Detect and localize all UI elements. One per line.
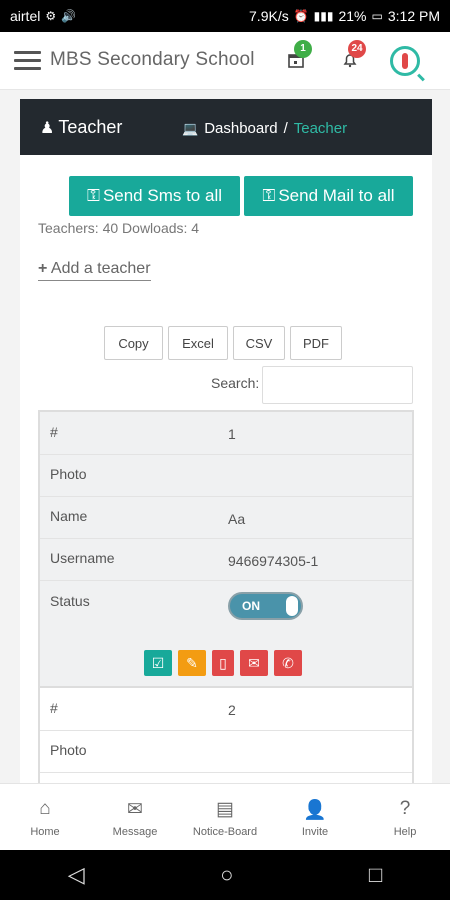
- teacher-record: # 2 Photo: [38, 686, 414, 796]
- home-icon: ⌂: [39, 797, 51, 819]
- carrier-label: airtel: [10, 8, 41, 24]
- key-icon: ⚿: [262, 186, 276, 205]
- username-label: Username: [50, 550, 115, 566]
- nav-help[interactable]: ? Help: [360, 784, 450, 851]
- num-label: #: [50, 424, 58, 440]
- row-divider: [40, 730, 412, 731]
- row-divider: [40, 772, 412, 773]
- alarm-icon: ⏰: [293, 9, 309, 23]
- phone-icon[interactable]: ▯: [212, 650, 234, 676]
- settings-icon: ⚙: [45, 9, 57, 23]
- envelope-icon[interactable]: ✉: [240, 650, 268, 676]
- school-logo: [390, 46, 420, 76]
- user-plus-icon: 👤: [303, 799, 327, 821]
- photo-label: Photo: [50, 742, 87, 758]
- nav-message-label: Message: [112, 825, 158, 838]
- nav-notice-board-label: Notice-Board: [192, 825, 258, 838]
- excel-button[interactable]: Excel: [168, 326, 228, 360]
- status-label: Status: [50, 593, 90, 609]
- calendar-icon[interactable]: 1: [286, 40, 312, 72]
- question-icon: ?: [399, 797, 411, 819]
- send-sms-button[interactable]: ⚿ Send Sms to all: [69, 176, 240, 216]
- breadcrumb-teacher: Teacher: [293, 120, 348, 137]
- nav-message[interactable]: ✉ Message: [90, 784, 180, 851]
- username-value: 9466974305-1: [228, 553, 319, 569]
- name-label: Name: [50, 508, 88, 524]
- bell-icon[interactable]: 24: [340, 40, 366, 72]
- volume-icon: 🔊: [61, 9, 77, 23]
- search-label: Search:: [211, 375, 260, 391]
- network-speed: 7.9K/s: [249, 8, 289, 24]
- clipboard-icon: ▤: [216, 798, 234, 820]
- nav-invite[interactable]: 👤 Invite: [270, 784, 360, 851]
- nav-home-label: Home: [30, 825, 60, 838]
- teacher-icon: ♟: [40, 119, 55, 137]
- num-value: 2: [228, 702, 236, 718]
- check-icon[interactable]: ☑: [144, 650, 172, 676]
- csv-button[interactable]: CSV: [233, 326, 285, 360]
- copy-button[interactable]: Copy: [104, 326, 163, 360]
- clock: 3:12 PM: [387, 8, 440, 24]
- num-label: #: [50, 700, 58, 716]
- send-sms-label: Send Sms to all: [102, 186, 222, 205]
- nav-home[interactable]: ⌂ Home: [0, 784, 90, 851]
- plus-icon: +: [38, 260, 48, 277]
- row-divider: [40, 496, 412, 497]
- breadcrumb: 💻 Dashboard / Teacher: [182, 120, 347, 137]
- menu-icon[interactable]: [14, 51, 41, 71]
- nav-notice-board[interactable]: ▤ Notice-Board: [180, 784, 270, 851]
- bottom-nav: ⌂ Home ✉ Message ▤ Notice-Board 👤 Invite…: [0, 783, 450, 850]
- status-toggle[interactable]: ON: [228, 592, 303, 620]
- send-mail-label: Send Mail to all: [278, 186, 395, 205]
- battery-percent: 21%: [338, 8, 367, 24]
- status-bar: airtel ⚙ 🔊 7.9K/s ⏰ ▮▮▮ 21% ▭ 3:12 PM: [0, 0, 450, 32]
- photo-label: Photo: [50, 466, 87, 482]
- row-divider: [40, 454, 412, 455]
- page-header: ♟ Teacher 💻 Dashboard / Teacher: [20, 99, 432, 155]
- key-icon: ⚿: [87, 186, 100, 205]
- home-circle-icon[interactable]: ○: [220, 862, 233, 888]
- nav-help-label: Help: [393, 825, 417, 838]
- bell-badge: 24: [348, 40, 366, 58]
- teacher-counts: Teachers: 40 Dowloads: 4: [38, 220, 200, 236]
- breadcrumb-separator: /: [283, 120, 288, 137]
- back-icon[interactable]: ◁: [68, 862, 85, 888]
- row-divider: [40, 580, 412, 581]
- breadcrumb-dashboard[interactable]: Dashboard: [204, 120, 277, 137]
- search-input[interactable]: [262, 366, 413, 404]
- envelope-icon: ✉: [127, 798, 143, 820]
- teacher-record: # 1 Photo Name Aa Username 9466974305-1 …: [38, 410, 414, 688]
- recents-icon[interactable]: □: [369, 862, 382, 888]
- add-teacher-link[interactable]: + Add a teacher: [38, 260, 151, 281]
- num-value: 1: [228, 426, 236, 442]
- row-divider: [40, 538, 412, 539]
- name-value: Aa: [228, 511, 246, 527]
- signal-icon: ▮▮▮: [313, 9, 334, 23]
- edit-icon[interactable]: ✎: [178, 650, 206, 676]
- add-teacher-label: Add a teacher: [50, 260, 151, 277]
- send-mail-button[interactable]: ⚿ Send Mail to all: [244, 176, 413, 216]
- battery-icon: ▭: [371, 9, 383, 23]
- record-actions: ☑ ✎ ▯ ✉ ✆: [144, 650, 302, 676]
- status-toggle-label: ON: [242, 599, 260, 613]
- nav-invite-label: Invite: [301, 825, 329, 838]
- app-title: MBS Secondary School: [50, 49, 255, 70]
- laptop-icon: 💻: [182, 120, 199, 136]
- pdf-button[interactable]: PDF: [290, 326, 342, 360]
- calendar-badge: 1: [294, 40, 312, 58]
- page-title: ♟ Teacher: [40, 117, 122, 138]
- page-title-label: Teacher: [58, 117, 123, 137]
- whatsapp-icon[interactable]: ✆: [274, 650, 302, 676]
- app-bar: MBS Secondary School 1 24: [0, 32, 450, 90]
- system-nav-bar: ◁ ○ □: [0, 850, 450, 900]
